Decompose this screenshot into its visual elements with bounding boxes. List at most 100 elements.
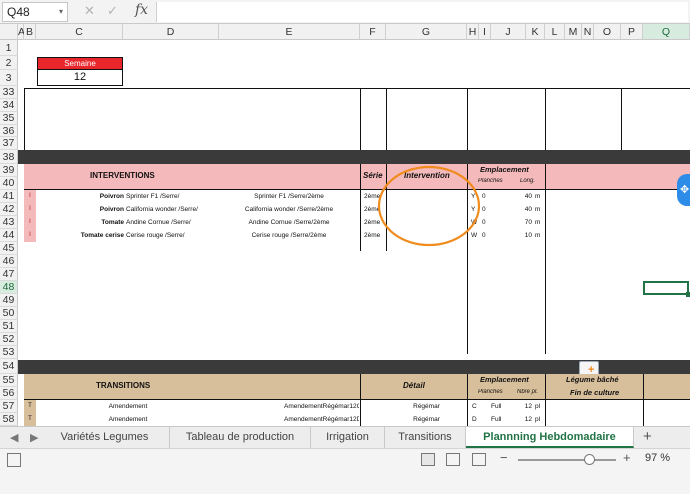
transition-type[interactable]: Amendement [37, 416, 219, 423]
sheet-tab[interactable]: Transitions [385, 427, 466, 448]
normal-view-icon[interactable] [421, 453, 435, 466]
crop-name[interactable]: Tomate [40, 219, 124, 226]
planche-count[interactable]: 12 [518, 416, 532, 423]
add-sheet-icon[interactable]: + [643, 428, 652, 445]
column-header[interactable]: K [526, 24, 545, 40]
selected-cell[interactable] [643, 281, 689, 295]
column-header[interactable]: F [360, 24, 386, 40]
variety-full[interactable]: Andine Cornue /Serre/2ème [219, 219, 359, 226]
row-header[interactable]: 36 [0, 125, 18, 137]
row-header[interactable]: 40 [0, 177, 18, 190]
row-header[interactable]: 46 [0, 255, 18, 268]
row-header[interactable]: 48 [0, 281, 18, 294]
confirm-icon[interactable]: ✓ [107, 3, 118, 19]
crop-name[interactable]: Poivron [40, 193, 124, 200]
column-header[interactable]: M [565, 24, 582, 40]
row-header[interactable]: 34 [0, 99, 18, 112]
dropbox-badge[interactable]: ✥ [677, 174, 690, 206]
chevron-left-icon[interactable]: ◀ [10, 431, 18, 444]
sheet-tab[interactable]: Variétés Legumes [40, 427, 170, 448]
zoom-level[interactable]: 97 % [645, 452, 670, 464]
fill-handle[interactable] [686, 292, 690, 297]
column-header[interactable]: H [467, 24, 479, 40]
location-index[interactable]: 0 [482, 219, 490, 226]
column-header[interactable]: B [24, 24, 36, 40]
row-header[interactable]: 38 [0, 150, 18, 164]
variety-full[interactable]: Cerise rouge /Serre/2ème [219, 232, 359, 239]
location-scope[interactable]: Full [491, 403, 507, 410]
row-header[interactable]: 51 [0, 320, 18, 333]
row-header[interactable]: 35 [0, 112, 18, 125]
cancel-icon[interactable]: ✕ [84, 3, 95, 19]
length-value[interactable]: 10 [518, 232, 532, 239]
column-header[interactable]: O [594, 24, 621, 40]
variety-full[interactable]: Sprinter F1 /Serre/2ème [219, 193, 359, 200]
column-header[interactable]: L [545, 24, 565, 40]
sheet-tab[interactable]: Tableau de production [170, 427, 311, 448]
column-header[interactable]: I [479, 24, 491, 40]
location-index[interactable]: 0 [482, 206, 490, 213]
crop-name[interactable]: Tomate cerise [40, 232, 124, 239]
zoom-out-icon[interactable]: − [500, 450, 508, 465]
location-index[interactable]: 0 [482, 232, 490, 239]
variety-full[interactable]: California wonder /Serre/2ème [219, 206, 359, 213]
planche-count[interactable]: 12 [518, 403, 532, 410]
zoom-slider[interactable] [518, 454, 616, 465]
column-header[interactable]: N [582, 24, 594, 40]
row-header[interactable]: 52 [0, 333, 18, 346]
transition-type[interactable]: Amendement [37, 403, 219, 410]
row-header[interactable]: 39 [0, 164, 18, 177]
row-header[interactable]: 3 [0, 70, 18, 86]
transition-code[interactable]: AmendementRégémar12D [284, 416, 359, 423]
row-header[interactable]: 53 [0, 346, 18, 359]
semaine-value[interactable]: 12 [37, 70, 123, 86]
formula-input[interactable] [156, 2, 688, 22]
location-index[interactable]: 0 [482, 193, 490, 200]
variety-desc[interactable]: Sprinter F1 /Serre/ [126, 193, 219, 200]
row-header[interactable]: 37 [0, 137, 18, 150]
zoom-in-icon[interactable]: + [623, 450, 631, 465]
zoom-slider-knob[interactable] [583, 454, 595, 465]
location-code[interactable]: C [472, 403, 480, 410]
row-header[interactable]: 33 [0, 86, 18, 99]
variety-desc[interactable]: California wonder /Serre/ [126, 206, 219, 213]
row-header[interactable]: 50 [0, 307, 18, 320]
name-box[interactable]: Q48 ▾ [2, 2, 68, 22]
column-header[interactable]: G [386, 24, 467, 40]
length-value[interactable]: 70 [518, 219, 532, 226]
chevron-down-icon[interactable]: ▾ [59, 3, 63, 21]
transition-detail[interactable]: Régémar [386, 416, 467, 423]
row-header[interactable]: 56 [0, 387, 18, 400]
crop-name[interactable]: Poivron [40, 206, 124, 213]
length-value[interactable]: 40 [518, 193, 532, 200]
sheet-tab[interactable]: Irrigation [311, 427, 385, 448]
row-header[interactable]: 1 [0, 40, 18, 56]
page-layout-icon[interactable] [446, 453, 460, 466]
row-header[interactable]: 45 [0, 242, 18, 255]
variety-desc[interactable]: Cerise rouge /Serre/ [126, 232, 219, 239]
row-header[interactable]: 42 [0, 203, 18, 216]
row-header[interactable]: 41 [0, 190, 18, 203]
column-header[interactable]: Q [643, 24, 690, 40]
sheet-tab[interactable]: Plannning Hebdomadaire [466, 427, 634, 448]
transition-code[interactable]: AmendementRégémar12C [284, 403, 359, 410]
column-header[interactable]: E [219, 24, 360, 40]
chevron-right-icon[interactable]: ▶ [30, 431, 38, 444]
row-header[interactable]: 2 [0, 56, 18, 70]
row-header[interactable]: 49 [0, 294, 18, 307]
row-header[interactable]: 57 [0, 400, 18, 413]
column-header[interactable]: D [123, 24, 219, 40]
transition-detail[interactable]: Régémar [386, 403, 467, 410]
row-header[interactable]: 43 [0, 216, 18, 229]
function-icon[interactable]: fx [135, 2, 148, 18]
column-header[interactable]: J [491, 24, 526, 40]
select-all-corner[interactable] [0, 24, 18, 40]
length-value[interactable]: 40 [518, 206, 532, 213]
column-header[interactable]: P [621, 24, 643, 40]
row-header[interactable]: 44 [0, 229, 18, 242]
row-header[interactable]: 58 [0, 413, 18, 426]
column-header[interactable]: C [36, 24, 123, 40]
row-header[interactable]: 54 [0, 359, 18, 374]
row-header[interactable]: 55 [0, 374, 18, 387]
variety-desc[interactable]: Andine Cornue /Serre/ [126, 219, 219, 226]
